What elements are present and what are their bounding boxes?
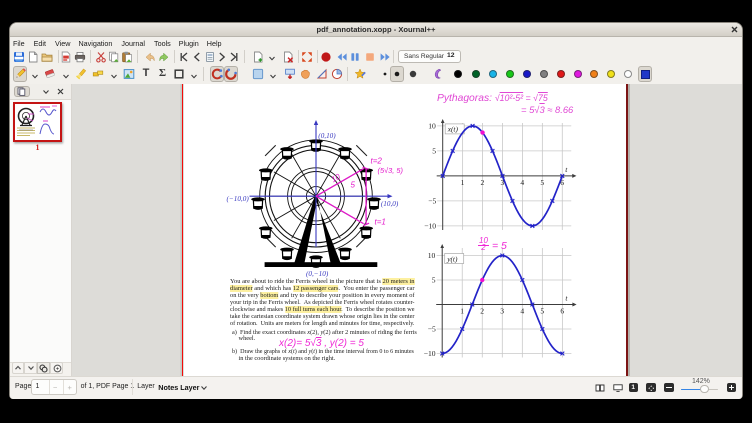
svg-text:t=1: t=1 <box>375 218 386 227</box>
svg-text:6: 6 <box>560 307 564 316</box>
svg-text:t: t <box>565 165 568 174</box>
svg-text:x(t): x(t) <box>447 125 459 134</box>
svg-text:2: 2 <box>480 307 484 316</box>
svg-text:t: t <box>565 294 568 303</box>
svg-text:1: 1 <box>461 178 465 187</box>
svg-text:5: 5 <box>432 147 436 156</box>
svg-text:(−10,0): (−10,0) <box>227 195 250 203</box>
svg-text:(0,10): (0,10) <box>318 132 336 140</box>
svg-text:−5: −5 <box>428 197 436 206</box>
svg-text:3: 3 <box>500 307 504 316</box>
svg-text:4: 4 <box>520 178 524 187</box>
svg-text:−5: −5 <box>428 325 436 334</box>
svg-text:10: 10 <box>428 251 436 260</box>
svg-text:5: 5 <box>351 181 356 190</box>
svg-text:(10,0): (10,0) <box>381 200 399 208</box>
svg-text:(5√3, 5): (5√3, 5) <box>378 166 404 175</box>
svg-text:5: 5 <box>540 178 544 187</box>
svg-text:y(t): y(t) <box>446 254 458 263</box>
svg-text:10: 10 <box>428 122 436 131</box>
svg-text:5: 5 <box>540 307 544 316</box>
svg-text:(0,−10): (0,−10) <box>306 270 329 278</box>
svg-text:−10: −10 <box>424 222 436 231</box>
svg-text:2: 2 <box>481 178 485 187</box>
svg-text:4: 4 <box>520 307 524 316</box>
svg-text:−10: −10 <box>424 349 436 358</box>
svg-text:1: 1 <box>460 307 464 316</box>
svg-text:t=2: t=2 <box>371 157 383 166</box>
svg-text:5: 5 <box>432 276 436 285</box>
